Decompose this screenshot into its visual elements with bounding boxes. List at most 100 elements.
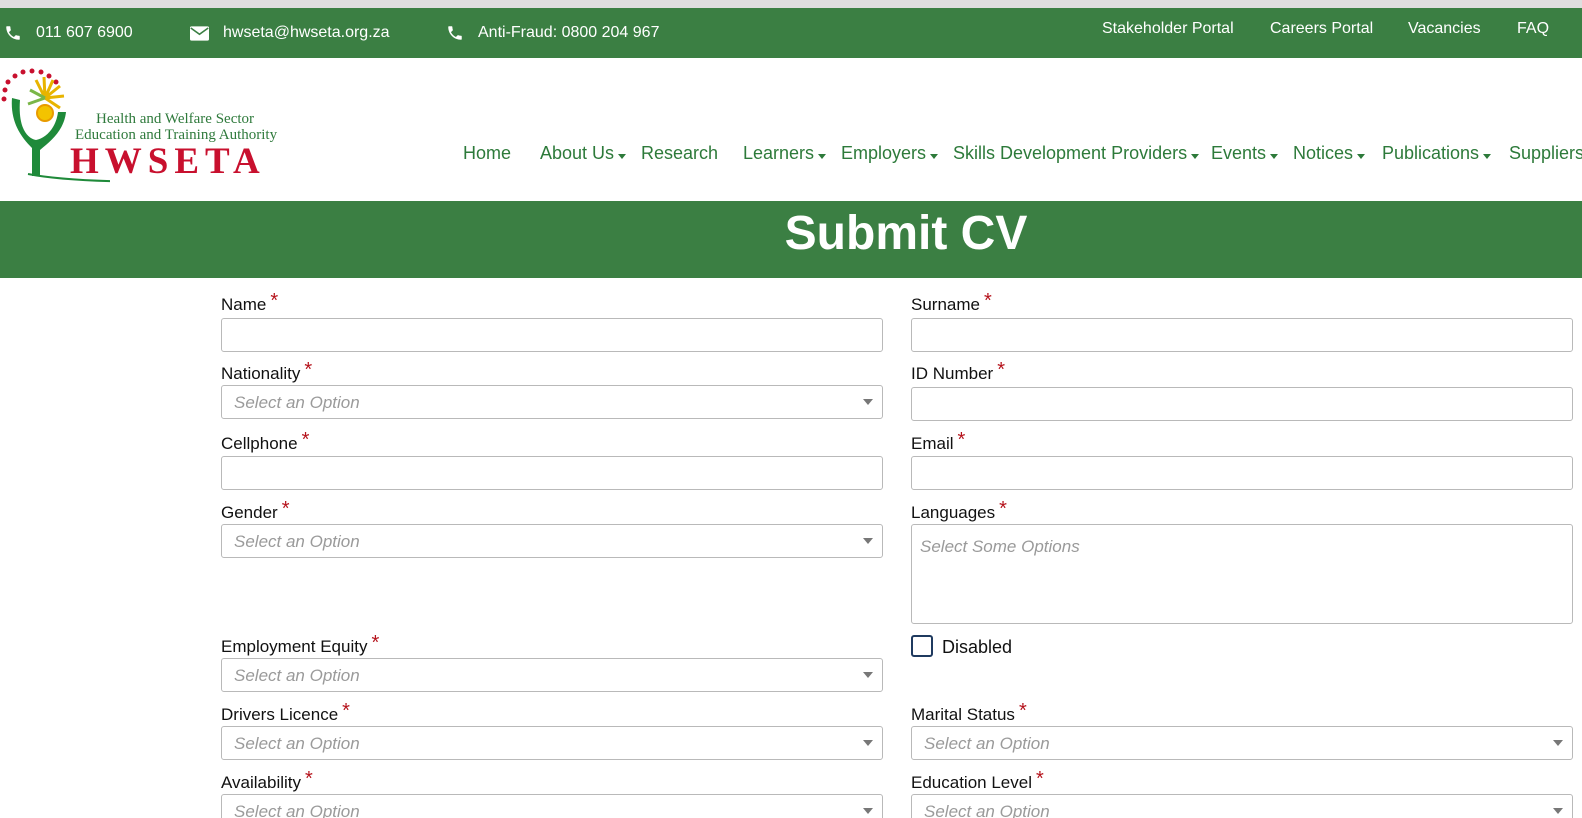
site-header: Health and Welfare Sector Education and … xyxy=(0,58,1582,201)
required-marker: * xyxy=(957,429,966,451)
page: 011 607 6900 hwseta@hwseta.org.za Anti-F… xyxy=(0,0,1582,818)
drivers-licence-placeholder: Select an Option xyxy=(234,734,360,753)
chevron-down-icon xyxy=(1191,154,1200,159)
nav-research-label: Research xyxy=(641,143,719,163)
required-marker: * xyxy=(301,429,310,451)
nav-events[interactable]: Events xyxy=(1211,143,1279,164)
required-marker: * xyxy=(304,359,313,381)
surname-label-text: Surname xyxy=(911,295,980,314)
languages-multiselect[interactable]: Select Some Options xyxy=(911,524,1573,624)
cellphone-input[interactable] xyxy=(221,456,883,490)
languages-placeholder: Select Some Options xyxy=(920,537,1080,556)
nav-sdp-label: Skills Development Providers xyxy=(953,143,1188,163)
cellphone-label-text: Cellphone xyxy=(221,434,298,453)
browser-top-strip xyxy=(0,0,1582,8)
chevron-down-icon xyxy=(1357,154,1366,159)
nav-publications-label: Publications xyxy=(1382,143,1480,163)
employment-equity-label-text: Employment Equity xyxy=(221,637,368,656)
disabled-checkbox[interactable] xyxy=(911,635,933,657)
phone-icon xyxy=(448,26,462,40)
gender-label: Gender * xyxy=(221,498,290,524)
nav-suppliers[interactable]: Suppliers xyxy=(1509,143,1582,164)
name-input[interactable] xyxy=(221,318,883,352)
employment-equity-label: Employment Equity * xyxy=(221,632,380,658)
education-level-select[interactable]: Select an Option xyxy=(911,794,1573,818)
antifraud-contact[interactable]: Anti-Fraud: 0800 204 967 xyxy=(446,8,659,58)
chevron-down-icon xyxy=(1553,740,1563,746)
nav-learners[interactable]: Learners xyxy=(743,143,827,164)
phone-number: 011 607 6900 xyxy=(36,24,133,41)
required-marker: * xyxy=(997,359,1005,381)
employment-equity-select[interactable]: Select an Option xyxy=(221,658,883,692)
nationality-select[interactable]: Select an Option xyxy=(221,385,883,419)
chevron-down-icon xyxy=(863,740,873,746)
id-number-label-text: ID Number xyxy=(911,364,994,383)
gender-label-text: Gender xyxy=(221,503,278,522)
stakeholder-portal-link[interactable]: Stakeholder Portal xyxy=(1102,8,1234,58)
chevron-down-icon xyxy=(1270,154,1279,159)
nav-research[interactable]: Research xyxy=(641,143,718,164)
surname-label: Surname * xyxy=(911,290,992,316)
phone-icon xyxy=(6,26,20,40)
marital-status-placeholder: Select an Option xyxy=(924,734,1050,753)
vacancies-link[interactable]: Vacancies xyxy=(1408,8,1481,58)
required-marker: * xyxy=(1018,700,1027,722)
email-input[interactable] xyxy=(911,456,1573,490)
nav-about-us[interactable]: About Us xyxy=(540,143,627,164)
nav-employers-label: Employers xyxy=(841,143,927,163)
nav-home[interactable]: Home xyxy=(463,143,511,164)
drivers-licence-label: Drivers Licence * xyxy=(221,700,350,726)
hwseta-logo[interactable]: Health and Welfare Sector Education and … xyxy=(0,68,315,186)
education-level-placeholder: Select an Option xyxy=(924,802,1050,818)
nav-employers[interactable]: Employers xyxy=(841,143,939,164)
required-marker: * xyxy=(342,700,350,722)
email-label: Email * xyxy=(911,429,966,455)
marital-status-label: Marital Status * xyxy=(911,700,1027,726)
id-number-label: ID Number * xyxy=(911,359,1005,385)
required-marker: * xyxy=(1035,768,1044,790)
phone-contact[interactable]: 011 607 6900 xyxy=(4,8,133,58)
email-contact[interactable]: hwseta@hwseta.org.za xyxy=(190,8,390,58)
faq-link[interactable]: FAQ xyxy=(1517,8,1549,58)
chevron-down-icon xyxy=(1483,154,1492,159)
chevron-down-icon xyxy=(863,538,873,544)
availability-select[interactable]: Select an Option xyxy=(221,794,883,818)
nav-skills-development-providers[interactable]: Skills Development Providers xyxy=(953,143,1200,164)
availability-label-text: Availability xyxy=(221,773,302,792)
page-title: Submit CV xyxy=(784,207,1028,260)
chevron-down-icon xyxy=(818,154,827,159)
surname-input[interactable] xyxy=(911,318,1573,352)
name-label: Name * xyxy=(221,290,278,316)
cellphone-label: Cellphone * xyxy=(221,429,310,455)
required-marker: * xyxy=(371,632,380,654)
logo-wordmark: HWSETA xyxy=(70,141,266,182)
education-level-label-text: Education Level xyxy=(911,773,1032,792)
chevron-down-icon xyxy=(863,808,873,814)
top-contact-bar: 011 607 6900 hwseta@hwseta.org.za Anti-F… xyxy=(0,8,1582,58)
gender-select[interactable]: Select an Option xyxy=(221,524,883,558)
nav-learners-label: Learners xyxy=(743,143,815,163)
nav-events-label: Events xyxy=(1211,143,1267,163)
required-marker: * xyxy=(281,498,290,520)
disabled-label: Disabled xyxy=(942,637,1013,657)
email-label-text: Email xyxy=(911,434,954,453)
name-label-text: Name xyxy=(221,295,267,314)
required-marker: * xyxy=(983,290,992,312)
page-title-banner: Submit CV xyxy=(0,201,1582,278)
marital-status-select[interactable]: Select an Option xyxy=(911,726,1573,760)
marital-status-label-text: Marital Status xyxy=(911,705,1015,724)
nav-suppliers-label: Suppliers xyxy=(1509,143,1582,163)
id-number-input[interactable] xyxy=(911,387,1573,421)
envelope-icon xyxy=(190,25,209,41)
nationality-label: Nationality * xyxy=(221,359,313,385)
drivers-licence-select[interactable]: Select an Option xyxy=(221,726,883,760)
availability-placeholder: Select an Option xyxy=(234,802,360,818)
careers-portal-link[interactable]: Careers Portal xyxy=(1270,8,1373,58)
nationality-label-text: Nationality xyxy=(221,364,301,383)
required-marker: * xyxy=(999,498,1007,520)
nav-notices[interactable]: Notices xyxy=(1293,143,1366,164)
nav-notices-label: Notices xyxy=(1293,143,1354,163)
chevron-down-icon xyxy=(863,399,873,405)
chevron-down-icon xyxy=(1553,808,1563,814)
nav-publications[interactable]: Publications xyxy=(1382,143,1492,164)
